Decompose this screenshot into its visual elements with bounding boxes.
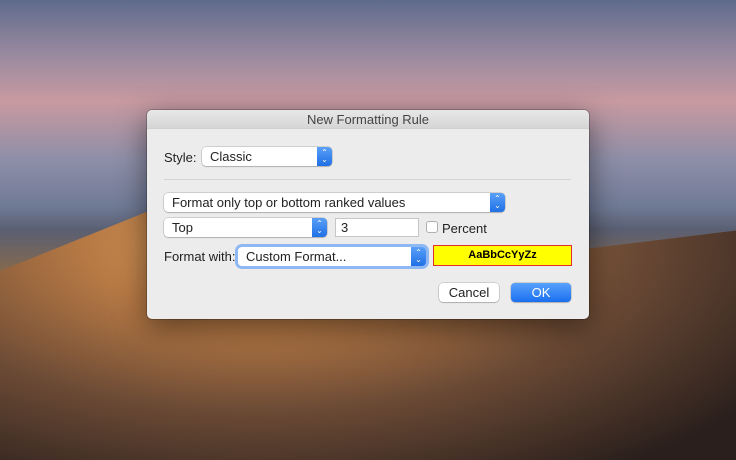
percent-label: Percent: [442, 221, 487, 236]
style-label: Style:: [164, 150, 197, 165]
new-formatting-rule-dialog: New Formatting Rule Style: Classic ⌃ ⌄ For…: [147, 110, 589, 319]
rank-direction-value: Top: [172, 220, 193, 235]
ok-button[interactable]: OK: [511, 283, 571, 302]
format-with-label: Format with:: [164, 249, 236, 264]
rule-type-value: Format only top or bottom ranked values: [172, 195, 406, 210]
style-popup[interactable]: Classic ⌃ ⌄: [202, 147, 332, 166]
chevron-updown-icon: ⌃ ⌄: [411, 247, 426, 266]
format-with-value: Custom Format...: [246, 249, 347, 264]
format-preview: AaBbCcYyZz: [433, 245, 572, 266]
percent-checkbox[interactable]: [426, 221, 438, 233]
rank-direction-popup[interactable]: Top ⌃ ⌄: [164, 218, 327, 237]
style-value: Classic: [210, 149, 252, 164]
rank-count-input[interactable]: 3: [335, 218, 419, 237]
cancel-button[interactable]: Cancel: [439, 283, 499, 302]
rule-type-popup[interactable]: Format only top or bottom ranked values ⌃…: [164, 193, 505, 212]
chevron-updown-icon: ⌃ ⌄: [490, 193, 505, 212]
dialog-title: New Formatting Rule: [147, 110, 589, 129]
format-with-popup[interactable]: Custom Format... ⌃ ⌄: [238, 247, 426, 266]
chevron-updown-icon: ⌃ ⌄: [317, 147, 332, 166]
separator: [164, 179, 571, 180]
chevron-updown-icon: ⌃ ⌄: [312, 218, 327, 237]
